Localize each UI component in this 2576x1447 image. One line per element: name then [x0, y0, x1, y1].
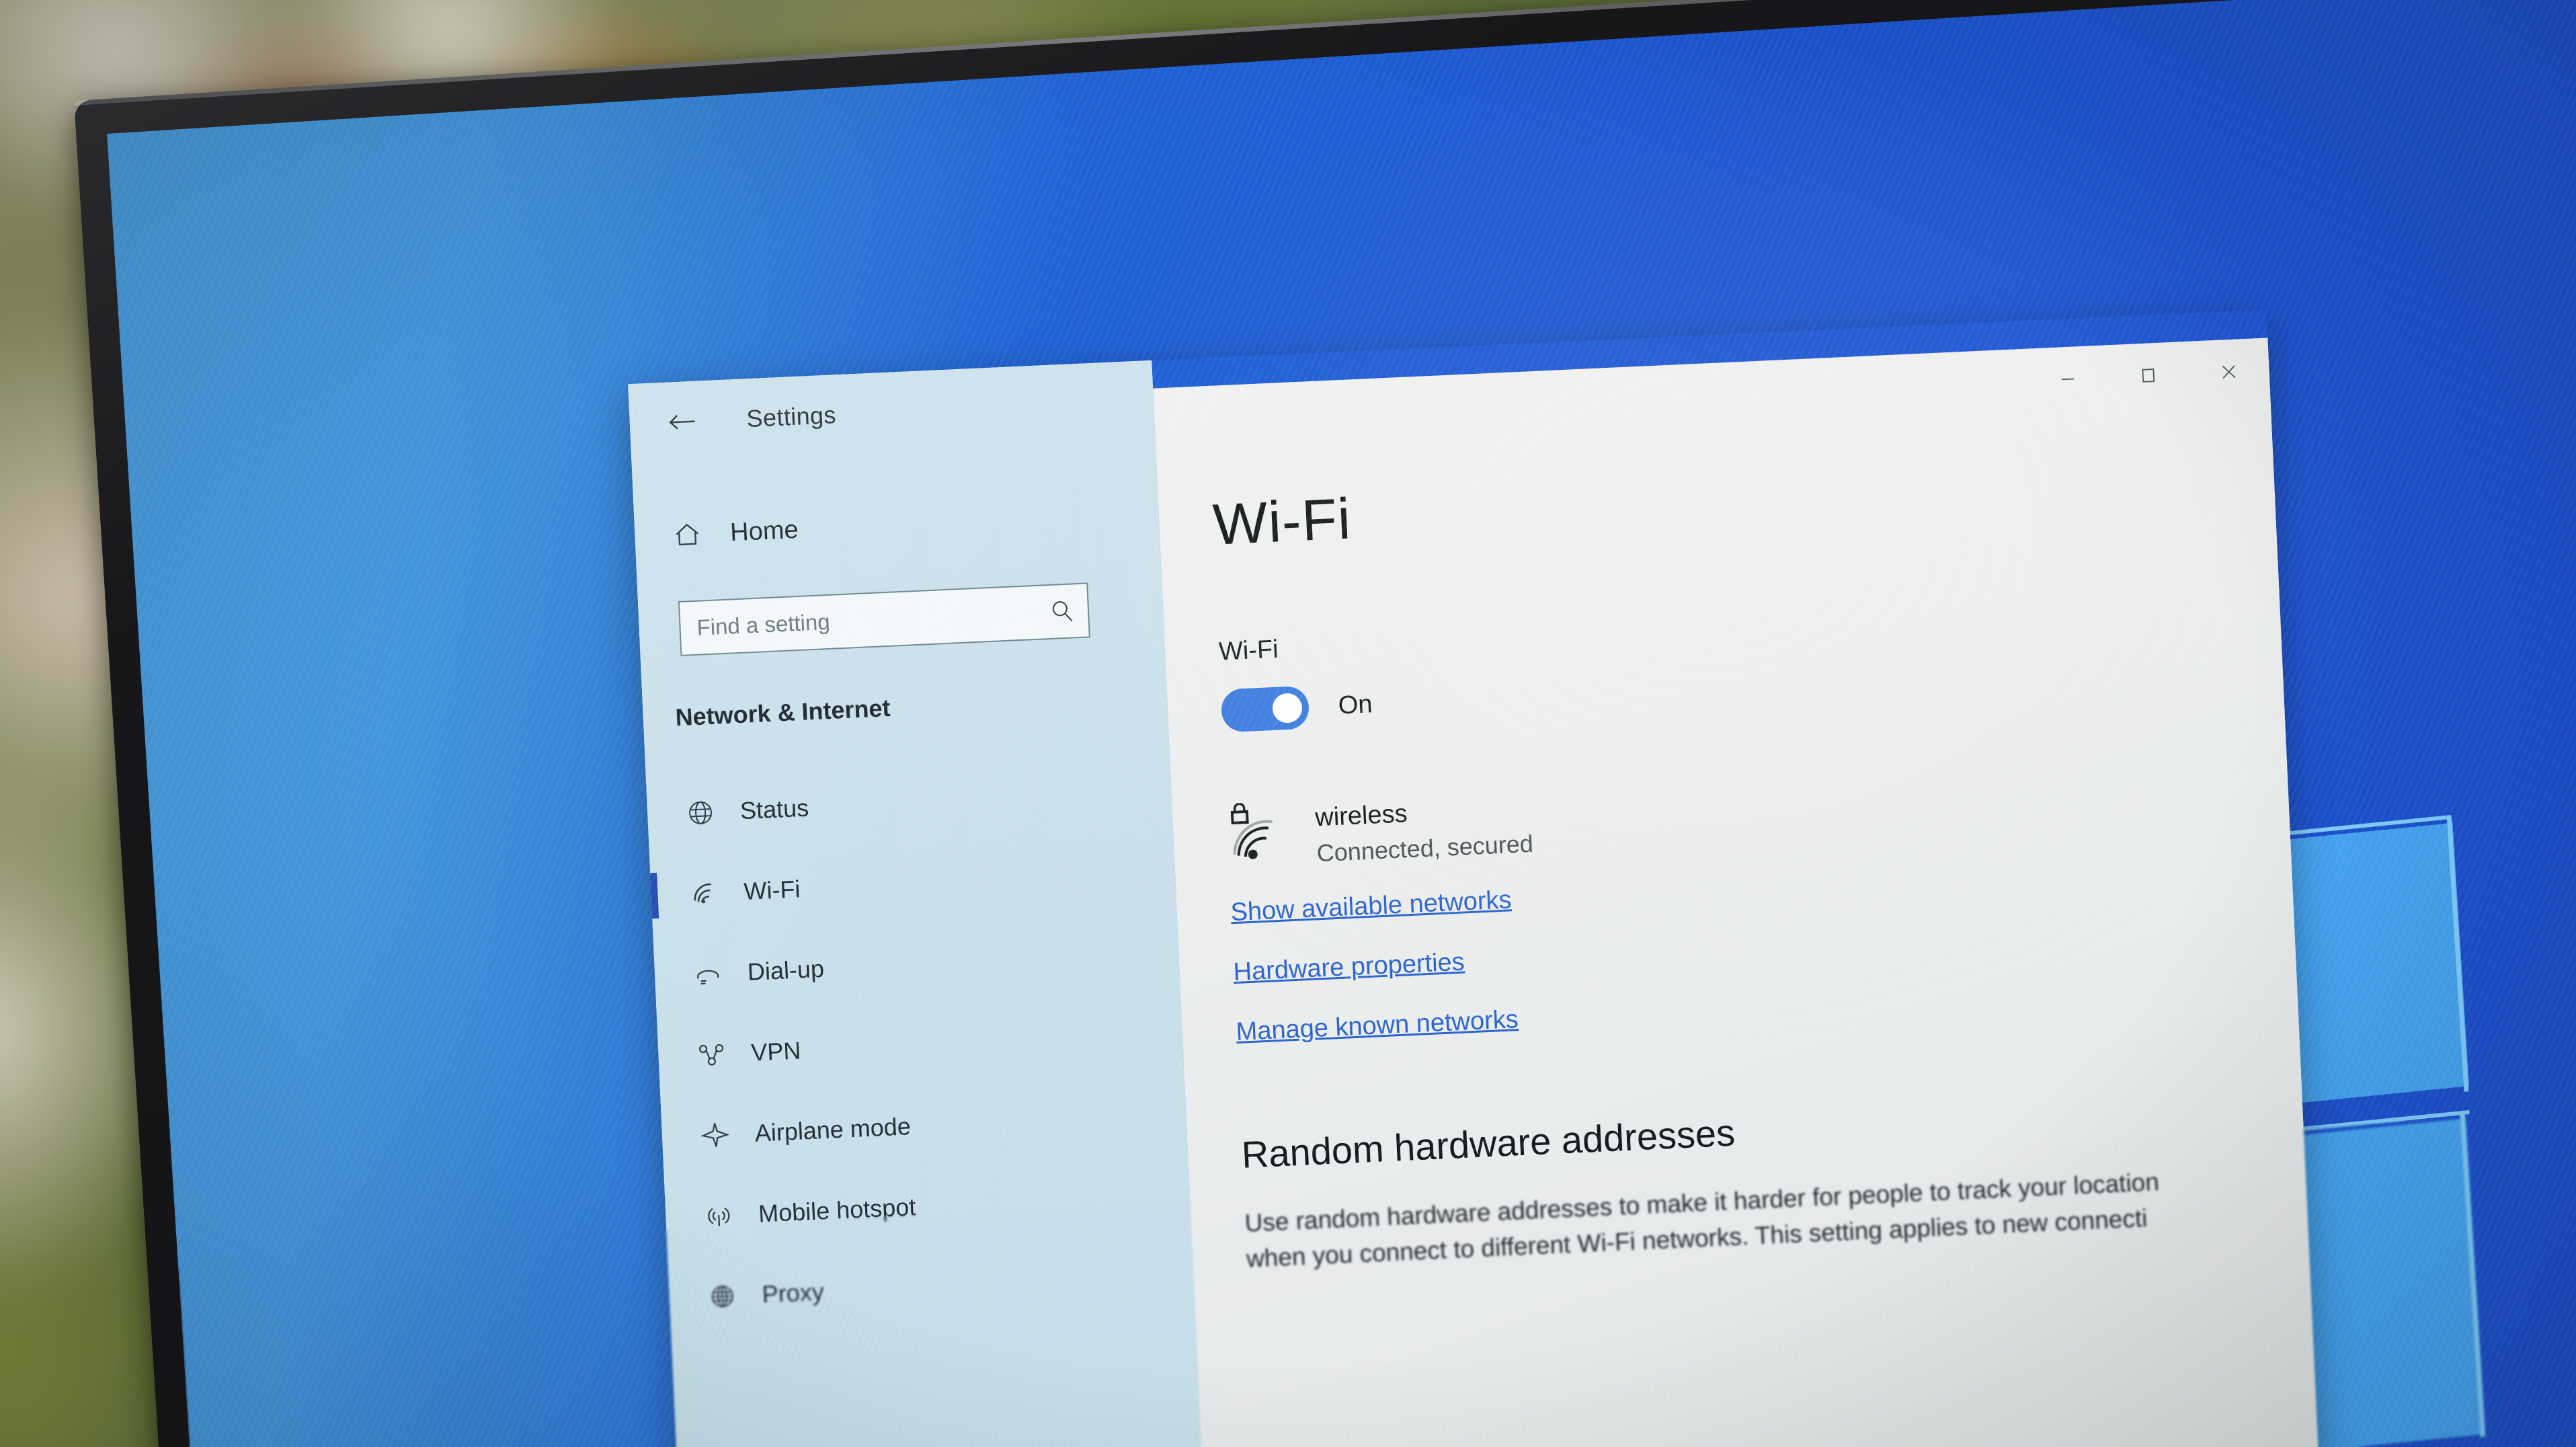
- sidebar-item-label: Airplane mode: [754, 1112, 912, 1147]
- toggle-knob: [1271, 693, 1303, 724]
- wifi-icon: [688, 877, 721, 910]
- wifi-toggle-state: On: [1337, 689, 1373, 720]
- connected-network[interactable]: wireless Connected, secured: [1225, 758, 2236, 871]
- sidebar-item-label: Proxy: [761, 1278, 825, 1308]
- globe-grid-icon: [707, 1280, 739, 1313]
- settings-window: Settings Home Find a setting Network & I…: [628, 309, 2324, 1447]
- sidebar-titlebar: Settings: [628, 360, 1156, 465]
- random-hardware-heading: Random hardware addresses: [1240, 1111, 1736, 1176]
- window-controls: [2026, 338, 2271, 413]
- phone-handset-icon: [692, 958, 724, 990]
- home-label: Home: [729, 515, 799, 547]
- minimize-button[interactable]: [2026, 345, 2109, 413]
- settings-title: Settings: [746, 401, 837, 433]
- close-button[interactable]: [2187, 338, 2271, 405]
- sidebar-item-label: VPN: [750, 1036, 802, 1066]
- page-title: Wi-Fi: [1211, 486, 1353, 557]
- wifi-secured-icon: [1225, 801, 1290, 865]
- sidebar-section-label: Network & Internet: [674, 693, 891, 732]
- sidebar-item-label: Status: [739, 793, 809, 825]
- network-text: wireless Connected, secured: [1314, 790, 1533, 868]
- sidebar-item-label: Wi-Fi: [743, 875, 801, 906]
- sidebar-item-home[interactable]: Home: [634, 498, 1159, 551]
- vpn-icon: [695, 1038, 727, 1070]
- laptop-device: Settings Home Find a setting Network & I…: [74, 0, 2576, 1447]
- search-icon[interactable]: [1048, 597, 1076, 625]
- network-status: Connected, secured: [1316, 829, 1534, 867]
- settings-content: Wi-Fi Wi-Fi On wireless Connected, secur…: [1153, 338, 2324, 1447]
- search-input[interactable]: [696, 599, 1049, 641]
- wifi-toggle[interactable]: [1220, 685, 1310, 733]
- manage-known-networks-link[interactable]: Manage known networks: [1236, 972, 2244, 1047]
- network-name: wireless: [1314, 799, 1408, 832]
- broadcast-icon: [702, 1200, 735, 1232]
- sidebar-nav-list: Status Wi-Fi Dial-up VPN Airplane mode M…: [645, 751, 1195, 1339]
- sidebar-item-label: Dial-up: [746, 954, 825, 986]
- settings-sidebar: Settings Home Find a setting Network & I…: [628, 360, 1209, 1447]
- home-icon: [672, 519, 702, 550]
- hardware-properties-link[interactable]: Hardware properties: [1233, 912, 2241, 987]
- random-hardware-body: Use random hardware addresses to make it…: [1244, 1168, 2160, 1273]
- back-icon[interactable]: [667, 407, 698, 438]
- laptop-screen: Settings Home Find a setting Network & I…: [107, 0, 2576, 1447]
- search-box[interactable]: [678, 582, 1090, 656]
- globe-icon: [684, 797, 717, 829]
- airplane-icon: [699, 1119, 731, 1151]
- maximize-button[interactable]: [2107, 342, 2190, 409]
- sidebar-item-label: Mobile hotspot: [758, 1192, 917, 1228]
